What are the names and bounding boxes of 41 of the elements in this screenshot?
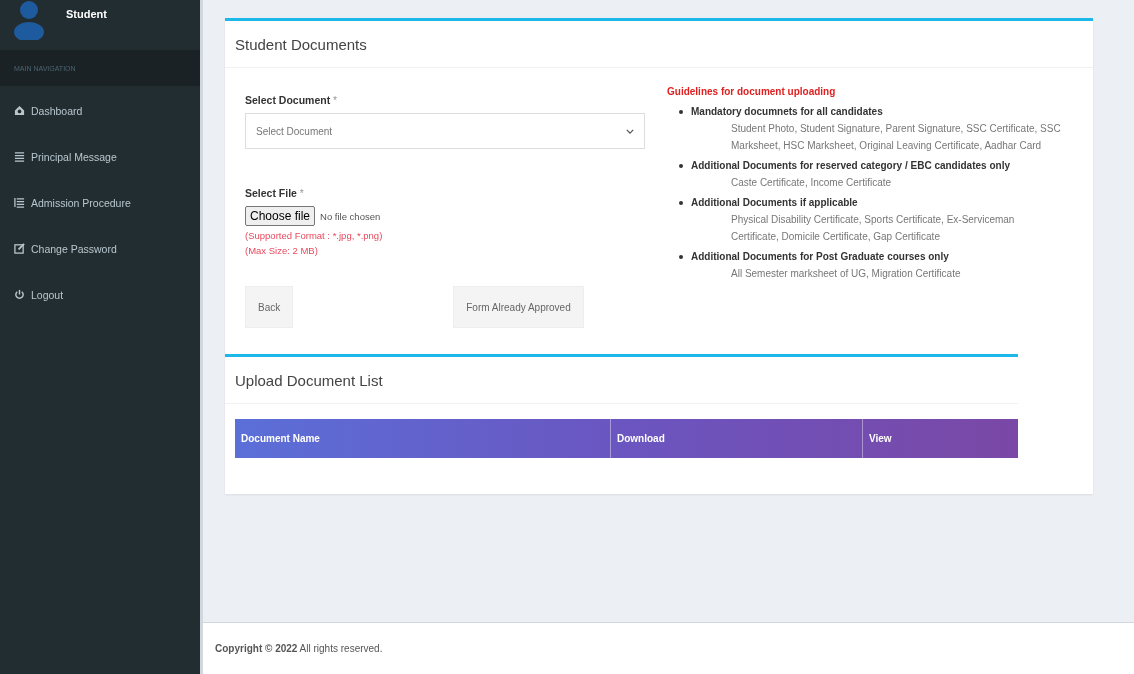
- bullet-icon: [679, 109, 683, 114]
- avatar-icon: [14, 0, 44, 40]
- nav-item[interactable]: Dashboard: [0, 89, 200, 132]
- choose-file-button[interactable]: Choose file: [245, 206, 316, 226]
- file-status: No file chosen: [320, 210, 381, 222]
- column-header: Document Name: [235, 419, 611, 458]
- list-icon: [14, 197, 25, 208]
- nav-item[interactable]: Admission Procedure: [0, 181, 200, 224]
- nav-item[interactable]: Principal Message: [0, 135, 200, 178]
- bullet-icon: [679, 254, 683, 259]
- bullet-icon: [679, 163, 683, 168]
- back-button[interactable]: Back: [245, 286, 294, 328]
- guideline-text: Physical Disability Certificate, Sports Certificate, Ex-Serviceman Certificate, Domicile Certificate, Gap Certificate: [730, 213, 1016, 244]
- approved-button[interactable]: Form Already Approved: [453, 286, 584, 328]
- bullet-icon: [679, 200, 683, 205]
- section-title: Upload Document List: [225, 357, 1018, 404]
- nav-item[interactable]: Change Password: [0, 227, 200, 270]
- guideline-heading: Additional Documents for reserved category / EBC candidates only: [691, 159, 1010, 173]
- field-label: Select File *: [245, 187, 305, 199]
- format-hint: (Supported Format : *.jpg, *.png): [245, 230, 384, 241]
- copyright-text: Copyright © 2022 All rights reserved.: [215, 643, 383, 654]
- select-field[interactable]: Select Document: [245, 113, 645, 149]
- nav-item[interactable]: Logout: [0, 273, 200, 316]
- guideline-text: All Semester marksheet of UG, Migration Certificate: [730, 267, 962, 281]
- column-header: Download: [611, 419, 863, 458]
- format-hint: (Max Size: 2 MB): [245, 245, 319, 256]
- caret-icon: [626, 128, 634, 134]
- field-label: Select Document *: [245, 94, 339, 106]
- guideline-heading: Additional Documents if applicable: [691, 196, 858, 210]
- user-name: Student: [66, 8, 107, 20]
- guideline-heading: Additional Documents for Post Graduate courses only: [691, 250, 949, 264]
- edit-icon: [14, 243, 25, 254]
- guideline-text: Student Photo, Student Signature, Parent Signature, SSC Certificate, SSC Marksheet, HSC Marksheet, Original Leaving Certificate, Aadhar Card: [730, 122, 1062, 153]
- list-icon: [14, 151, 25, 162]
- guidelines-title: Guidelines for document uploading: [667, 86, 837, 97]
- column-header: View: [868, 432, 893, 446]
- home-icon: [14, 105, 25, 116]
- power-icon: [14, 289, 25, 300]
- section-title: Student Documents: [225, 21, 1093, 68]
- guideline-heading: Mandatory documnets for all candidates: [691, 105, 883, 119]
- guideline-text: Caste Certificate, Income Certificate: [730, 176, 893, 190]
